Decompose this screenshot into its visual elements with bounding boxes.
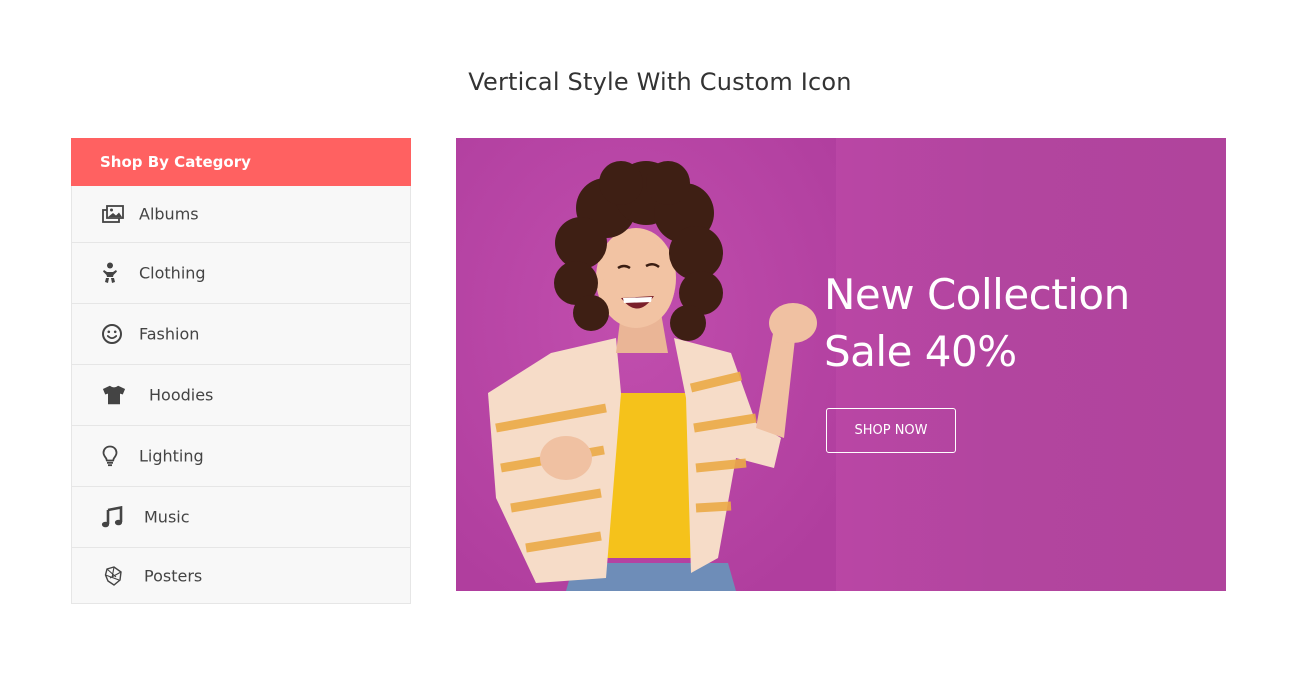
menu-item-label: Albums [139,204,199,224]
menu-item-label: Lighting [139,446,204,466]
menu-item-clothing[interactable]: Clothing [72,243,410,304]
lightbulb-icon [98,444,122,468]
music-note-icon [100,505,124,529]
menu-item-label: Music [144,507,190,527]
category-menu: Shop By Category Albums Clothing Fashion… [71,138,411,604]
images-icon [101,202,125,226]
banner-heading: New Collection Sale 40% [824,266,1130,380]
page-title: Vertical Style With Custom Icon [468,68,852,96]
shop-now-button[interactable]: SHOP NOW [826,408,956,453]
category-list: Albums Clothing Fashion Hoodies Lighting… [72,186,410,604]
promo-banner[interactable]: New Collection Sale 40% SHOP NOW [456,138,1226,591]
category-menu-header[interactable]: Shop By Category [71,138,411,186]
menu-item-music[interactable]: Music [72,487,410,548]
menu-item-albums[interactable]: Albums [72,186,410,243]
tshirt-icon [102,383,126,407]
menu-item-lighting[interactable]: Lighting [72,426,410,487]
banner-heading-line1: New Collection [824,270,1130,319]
paint-palette-icon [102,564,126,588]
menu-item-posters[interactable]: Posters [72,548,410,604]
menu-item-label: Clothing [139,263,206,283]
menu-item-fashion[interactable]: Fashion [72,304,410,365]
menu-item-label: Hoodies [149,385,214,405]
baby-icon [98,261,122,285]
model-photo [456,138,836,591]
menu-item-hoodies[interactable]: Hoodies [72,365,410,426]
smile-icon [100,322,124,346]
banner-heading-line2: Sale 40% [824,327,1017,376]
menu-item-label: Posters [144,566,203,586]
menu-item-label: Fashion [139,324,200,344]
